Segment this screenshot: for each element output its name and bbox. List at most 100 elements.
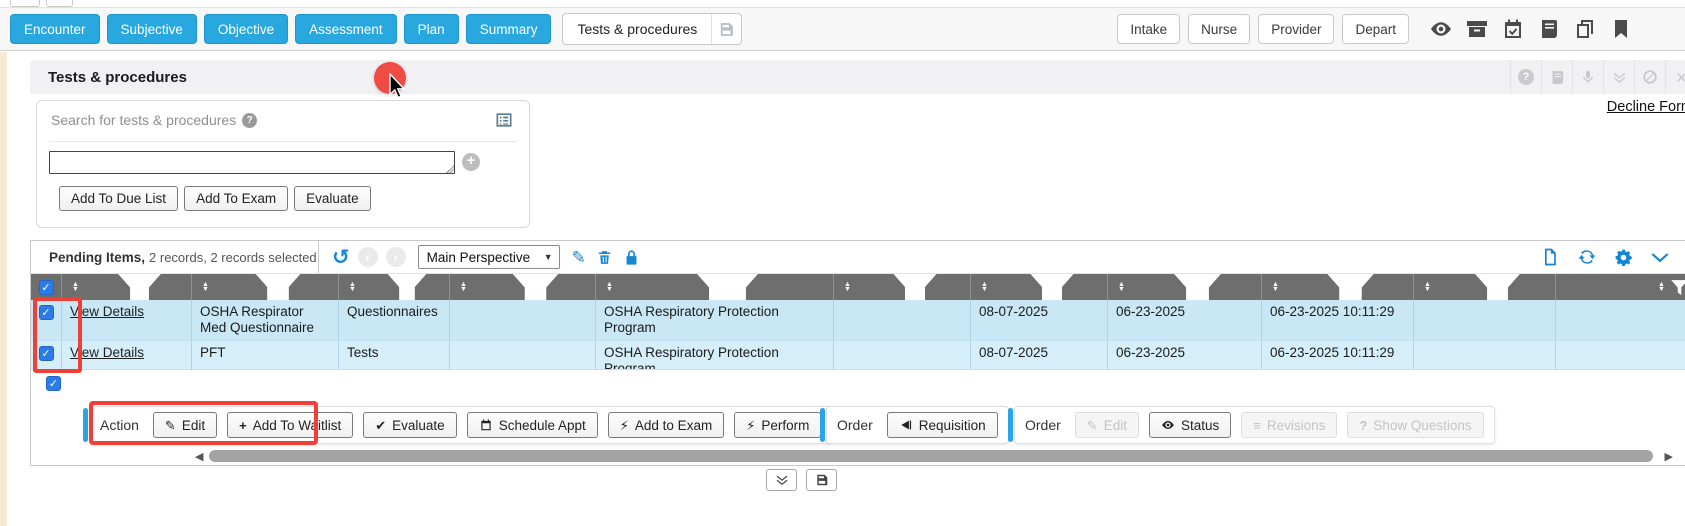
sort-icon[interactable]: ▲▼ [460, 282, 467, 292]
lightning-icon: ⚡ [620, 419, 629, 432]
divider [49, 141, 517, 142]
filter-icon[interactable] [992, 274, 1107, 300]
chevron-down-icon[interactable] [1650, 247, 1670, 267]
sort-icon[interactable]: ▲▼ [1658, 282, 1665, 292]
close-icon[interactable] [1665, 60, 1685, 94]
archive-icon[interactable] [1465, 17, 1489, 41]
gear-icon[interactable] [1614, 248, 1633, 267]
row-checkbox[interactable]: ✓ [39, 305, 54, 320]
microphone-icon[interactable] [1572, 60, 1603, 94]
grid-toolbar: Pending Items, 2 records, 2 records sele… [31, 241, 1685, 274]
lock-icon[interactable] [623, 249, 640, 266]
book-icon[interactable] [1537, 17, 1561, 41]
list-icon[interactable] [493, 110, 515, 130]
collapse-icon[interactable] [1603, 60, 1634, 94]
add-to-waitlist-button[interactable]: +Add To Waitlist [227, 412, 353, 438]
eye-icon[interactable] [1429, 17, 1453, 41]
intake-button[interactable]: Intake [1117, 14, 1180, 44]
evaluate-button[interactable]: Evaluate [294, 186, 371, 211]
select-all-checkbox[interactable]: ✓ [31, 274, 61, 300]
filter-icon[interactable] [1283, 274, 1413, 300]
schedule-appt-button[interactable]: Schedule Appt [467, 412, 598, 438]
requisition-button[interactable]: Requisition [887, 412, 998, 438]
save-button[interactable] [806, 469, 837, 491]
sort-icon[interactable]: ▲▼ [1118, 282, 1125, 292]
table-row[interactable]: ✓ View Details OSHA Respirator Med Quest… [31, 300, 1685, 340]
scroll-left-icon[interactable]: ◀ [195, 450, 203, 463]
scrollbar-thumb[interactable] [209, 450, 1653, 462]
row-checkbox[interactable]: ✓ [39, 346, 54, 361]
tab-subjective[interactable]: Subjective [107, 14, 197, 44]
filter-icon[interactable] [855, 274, 970, 300]
new-document-icon[interactable] [1540, 247, 1560, 267]
filter-icon[interactable] [1435, 274, 1555, 300]
calendar-check-icon[interactable] [1501, 17, 1525, 41]
horizontal-scrollbar[interactable]: ◀ ▶ [31, 449, 1685, 463]
filter-icon[interactable] [1669, 277, 1685, 298]
pager-next-icon[interactable]: › [386, 247, 406, 267]
depart-button[interactable]: Depart [1342, 14, 1409, 44]
sort-icon[interactable]: ▲▼ [349, 282, 356, 292]
evaluate-button[interactable]: ✔Evaluate [363, 412, 456, 438]
status-button[interactable]: Status [1149, 412, 1231, 438]
order-group-label: Order [1025, 417, 1061, 433]
filter-icon[interactable] [617, 274, 833, 300]
sort-icon[interactable]: ▲▼ [606, 282, 613, 292]
filter-icon[interactable] [1129, 274, 1261, 300]
book-icon[interactable] [1541, 60, 1572, 94]
add-circle-icon[interactable]: + [462, 153, 480, 171]
tab-summary[interactable]: Summary [466, 14, 552, 44]
provider-button[interactable]: Provider [1258, 14, 1334, 44]
expand-more-button[interactable] [766, 469, 797, 491]
add-to-exam-button[interactable]: Add To Exam [184, 186, 288, 211]
view-details-link[interactable]: View Details [70, 304, 144, 319]
cell-due-date: 08-07-2025 [970, 341, 1107, 369]
add-to-exam-button[interactable]: ⚡Add to Exam [608, 412, 724, 438]
tab-assessment[interactable]: Assessment [295, 14, 397, 44]
save-icon[interactable] [711, 14, 741, 44]
page-title: Tests & procedures [48, 69, 187, 86]
edit-button[interactable]: ✎Edit [153, 412, 217, 438]
cell-appt-type [1413, 341, 1555, 369]
refresh-icon[interactable] [1577, 247, 1597, 267]
help-icon[interactable]: ? [1510, 60, 1541, 94]
delete-perspective-icon[interactable] [596, 249, 613, 266]
perspective-select[interactable]: Main Perspective ▼ [418, 245, 560, 269]
column-header-comments: Comments▲▼ [833, 274, 970, 300]
search-panel-label: Search for tests & procedures [51, 112, 236, 128]
table-row[interactable]: ✓ View Details PFT Tests OSHA Respirator… [31, 340, 1685, 370]
add-to-due-list-button[interactable]: Add To Due List [59, 186, 178, 211]
sort-icon[interactable]: ▲▼ [1424, 282, 1431, 292]
action-group-label: Action [100, 417, 139, 433]
edit-perspective-icon[interactable]: ✎ [572, 249, 586, 266]
perform-button[interactable]: ⚡Perform [734, 412, 821, 438]
sort-icon[interactable]: ▲▼ [981, 282, 988, 292]
search-input[interactable] [49, 151, 455, 174]
sort-icon[interactable]: ▲▼ [202, 282, 209, 292]
filter-icon[interactable] [360, 274, 449, 300]
undo-icon[interactable]: ↺ [332, 247, 350, 268]
tab-tests-procedures-active[interactable]: Tests & procedures [562, 13, 742, 45]
view-details-link[interactable]: View Details [70, 345, 144, 360]
sort-icon[interactable]: ▲▼ [844, 282, 851, 292]
tab-encounter[interactable]: Encounter [10, 14, 100, 44]
block-icon[interactable] [1634, 60, 1665, 94]
sort-icon[interactable]: ▲▼ [72, 282, 79, 292]
cell-stub [1555, 300, 1685, 340]
pager-prev-icon[interactable]: ‹ [358, 247, 378, 267]
grid-footer: ✓ Action ✎Edit +Add To Waitlist ✔Evaluat… [31, 370, 1685, 450]
column-header-type: Type▲▼ [338, 274, 449, 300]
tab-objective[interactable]: Objective [204, 14, 288, 44]
nurse-button[interactable]: Nurse [1188, 14, 1250, 44]
filter-icon[interactable] [83, 274, 191, 300]
bookmark-icon[interactable] [1609, 17, 1633, 41]
scroll-right-icon[interactable]: ▶ [1665, 450, 1673, 463]
tab-plan[interactable]: Plan [404, 14, 459, 44]
footer-checkbox[interactable]: ✓ [46, 376, 61, 391]
filter-icon[interactable] [213, 274, 338, 300]
filter-icon[interactable] [471, 274, 595, 300]
decline-form-link[interactable]: Decline Form [1607, 99, 1685, 115]
copy-icon[interactable] [1573, 17, 1597, 41]
help-icon[interactable]: ? [242, 113, 257, 128]
sort-icon[interactable]: ▲▼ [1272, 282, 1279, 292]
